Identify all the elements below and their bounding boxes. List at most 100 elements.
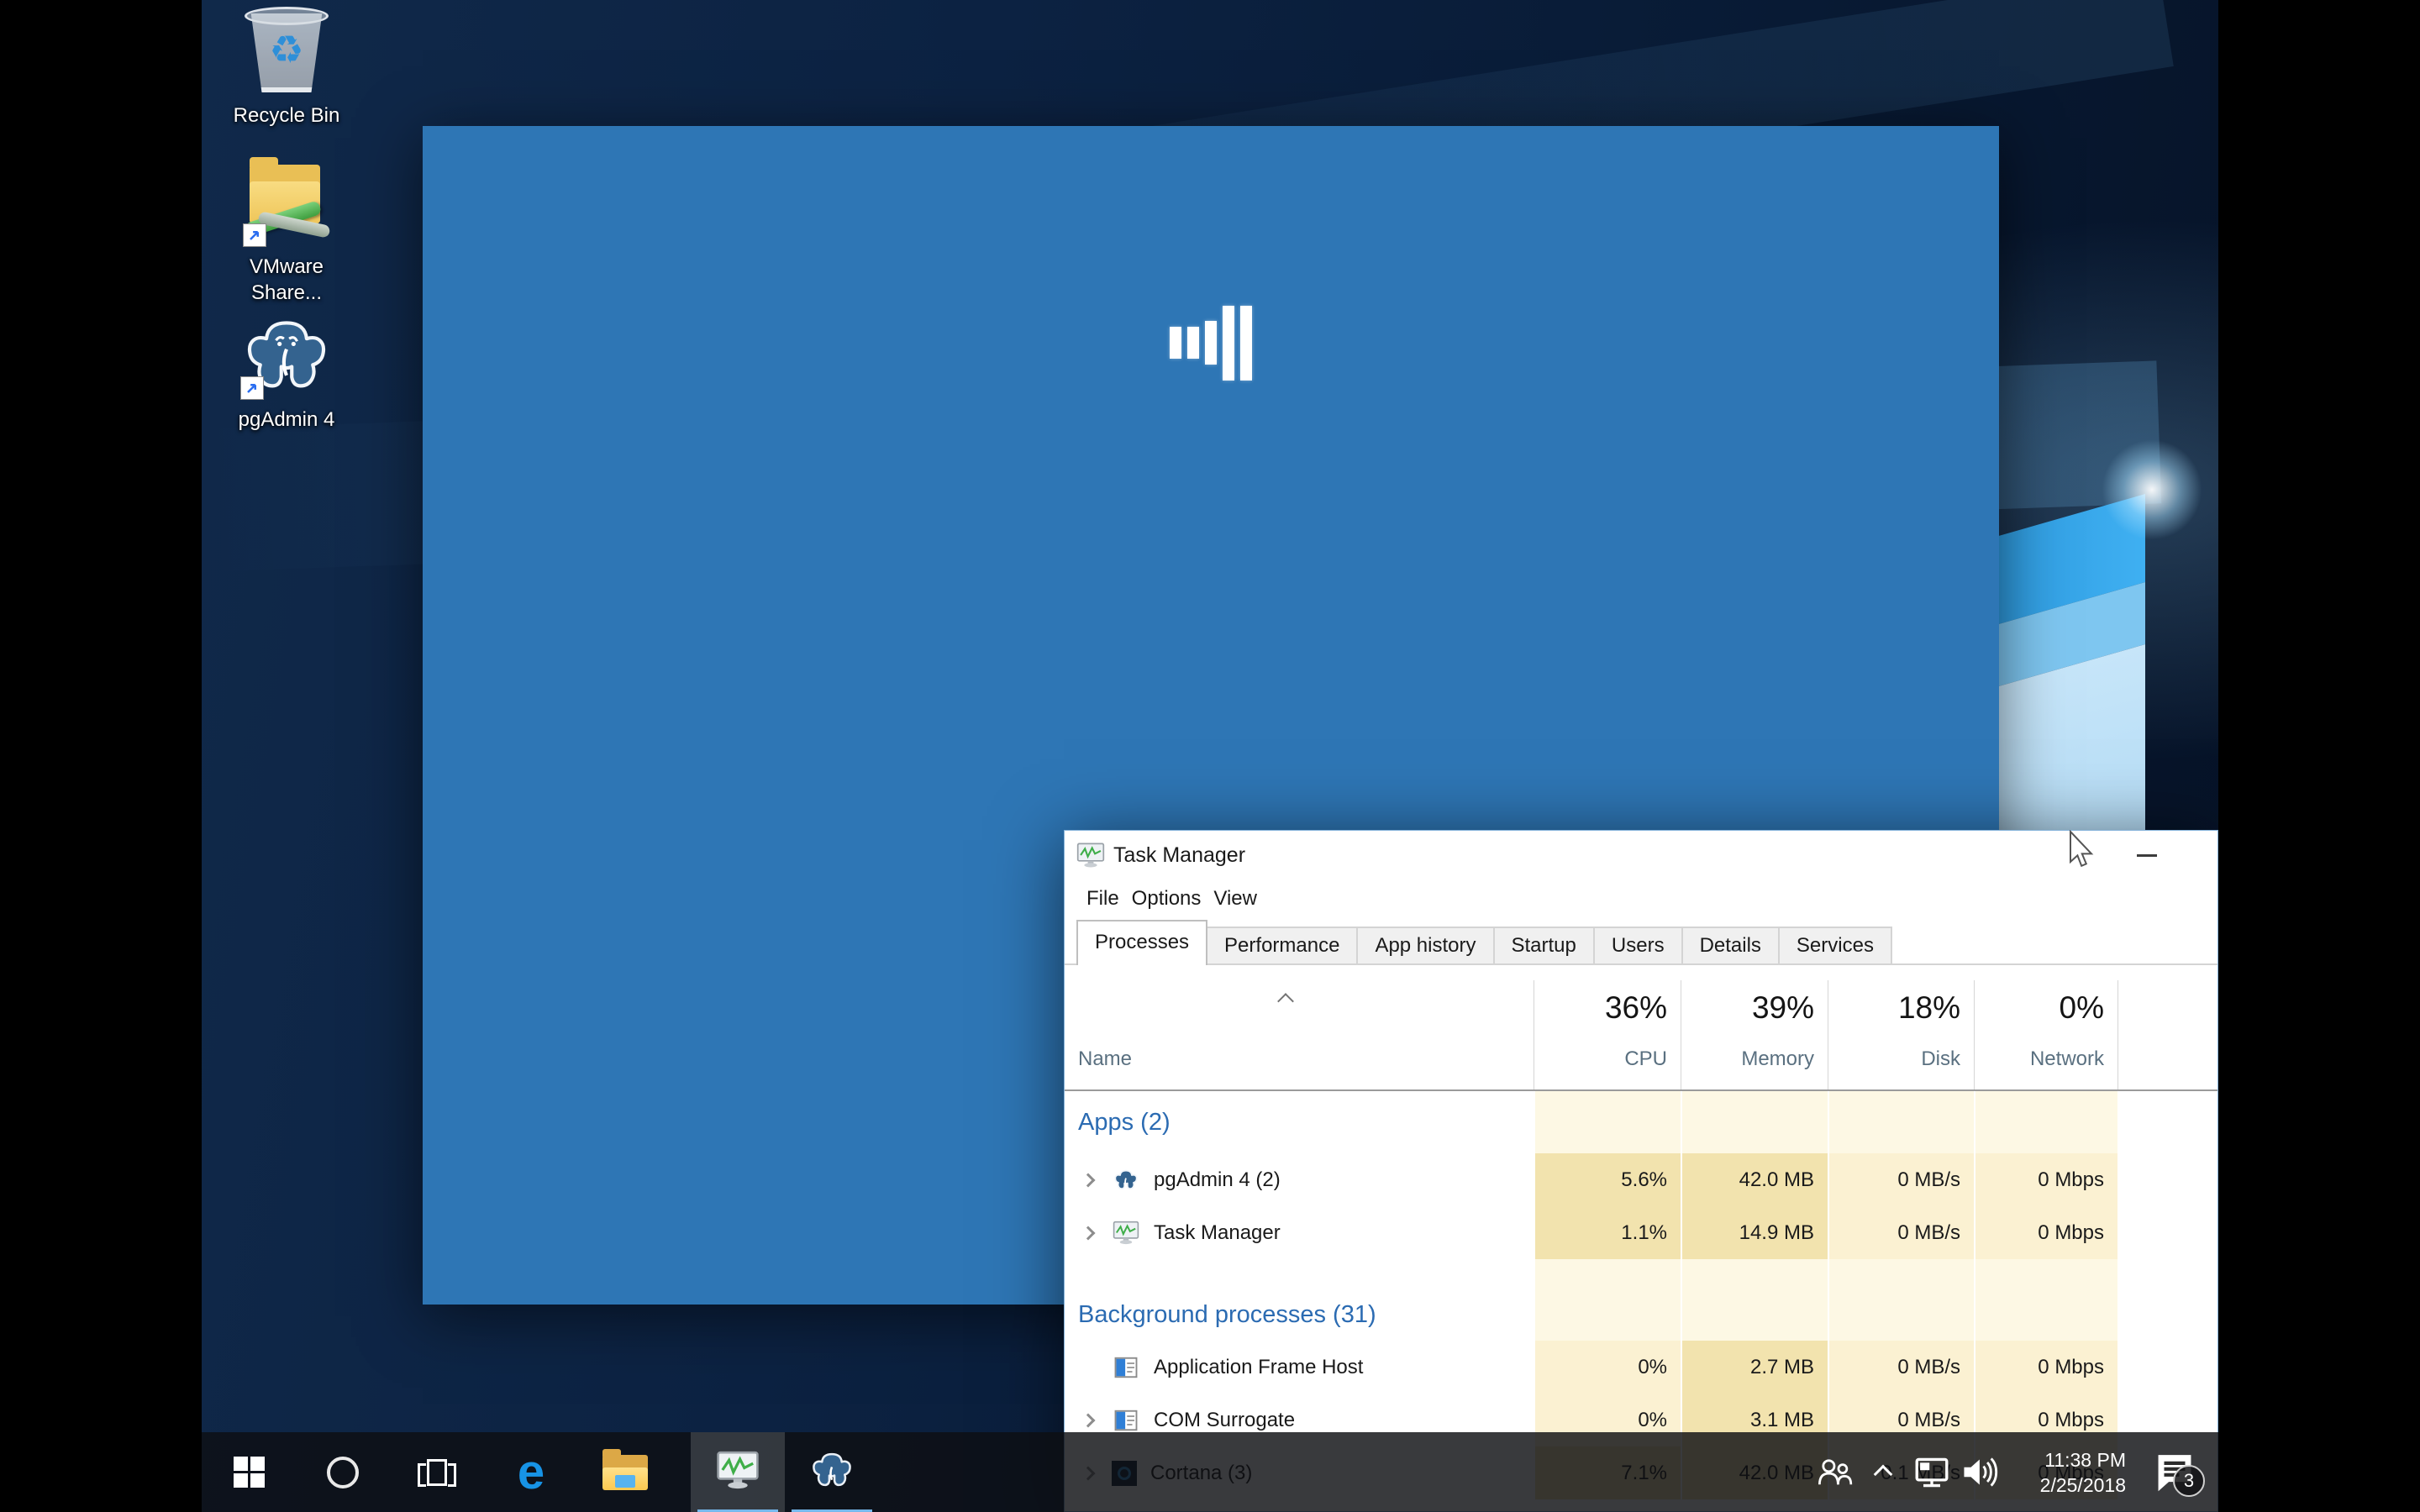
chevron-up-icon [1874,1465,1893,1484]
desktop-icon-recycle-bin[interactable]: ♻ Recycle Bin [215,5,358,129]
sort-ascending-icon [1277,993,1294,1010]
desktop-icon-label: Recycle Bin [234,102,340,129]
tab-performance[interactable]: Performance [1206,927,1358,963]
group-label: Background processes (31) [1078,1301,1376,1329]
task-manager-window: Task Manager File Options View Processes… [1064,830,2218,1512]
wallpaper-light-glow [2102,439,2202,540]
cortana-circle-icon [327,1457,359,1488]
window-title: Task Manager [1113,843,1245,868]
tab-startup[interactable]: Startup [1493,927,1595,963]
task-manager-app-icon [1076,842,1105,873]
minimize-icon [2137,854,2157,857]
tab-users[interactable]: Users [1593,927,1683,963]
desktop-icon-label: pgAdmin 4 [239,407,335,433]
shortcut-arrow-icon [240,376,264,400]
file-explorer-icon [602,1455,648,1490]
process-name: pgAdmin 4 (2) [1154,1168,1281,1192]
file-explorer-button[interactable] [578,1432,672,1512]
system-tray: 11:38 PM 2/25/2018 3 [1810,1432,2218,1512]
group-row-background-processes[interactable]: Background processes (31) [1065,1259,2217,1341]
taskbar: e [202,1432,2218,1512]
group-label: Apps (2) [1078,1109,1171,1137]
disk-value: 0 MB/s [1828,1153,1974,1206]
notification-count-badge: 3 [2173,1465,2205,1497]
edge-button[interactable]: e [484,1432,578,1512]
process-row-application-frame-host[interactable]: Application Frame Host 0% 2.7 MB 0 MB/s … [1065,1341,2217,1394]
tab-app-history[interactable]: App history [1356,927,1494,963]
cpu-value: 1.1% [1534,1206,1681,1259]
minimize-button[interactable] [2120,831,2174,879]
start-button[interactable] [202,1432,296,1512]
cortana-button[interactable] [296,1432,390,1512]
volume-tray-button[interactable] [1956,1432,2005,1512]
memory-value: 42.0 MB [1681,1153,1828,1206]
group-row-apps[interactable]: Apps (2) [1065,1091,2217,1153]
windows-desktop-screenshot: { "colors": { "splash_blue": "#2e76b5", … [0,0,2420,1512]
desktop-icon-vmware-share[interactable]: VMware Share... [215,160,358,306]
people-button[interactable] [1810,1432,1859,1512]
menu-options[interactable]: Options [1132,887,1202,911]
disk-total-percent: 18% [1828,990,1974,1029]
cpu-value: 0% [1534,1341,1681,1394]
tab-strip: Processes Performance App history Startu… [1065,916,2217,965]
action-center-button[interactable]: 3 [2131,1432,2218,1512]
desktop-icon-pgadmin4[interactable]: pgAdmin 4 [215,312,358,433]
network-value: 0 Mbps [1974,1206,2118,1259]
menu-bar: File Options View [1065,881,2217,916]
mouse-cursor [2069,830,2097,874]
network-value: 0 Mbps [1974,1153,2118,1206]
tab-processes[interactable]: Processes [1076,920,1207,965]
column-header-cpu[interactable]: CPU [1534,1047,1681,1074]
title-bar[interactable]: Task Manager [1065,831,2217,881]
memory-value: 2.7 MB [1681,1341,1828,1394]
column-header-memory[interactable]: Memory [1681,1047,1828,1074]
expand-chevron-icon[interactable] [1081,1173,1096,1187]
menu-file[interactable]: File [1086,887,1119,911]
disk-value: 0 MB/s [1828,1341,1974,1394]
task-manager-app-icon [1112,1219,1140,1247]
desktop: ♻ Recycle Bin VMware Share... [202,0,2218,1512]
expand-chevron-icon[interactable] [1081,1226,1096,1240]
process-name: COM Surrogate [1154,1409,1295,1432]
task-view-icon [417,1457,457,1488]
cpu-total-percent: 36% [1534,990,1681,1029]
vmware-shared-folder-icon [243,160,330,247]
cpu-value: 5.6% [1534,1153,1681,1206]
clock-time: 11:38 PM [2005,1447,2126,1473]
memory-value: 14.9 MB [1681,1206,1828,1259]
column-header-network[interactable]: Network [1974,1047,2118,1074]
recycle-bin-icon: ♻ [243,5,330,96]
task-manager-app-icon [716,1450,760,1494]
tab-details[interactable]: Details [1681,927,1780,963]
taskbar-pgadmin-button[interactable] [785,1432,879,1512]
column-header-name[interactable]: Name [1078,1047,1132,1071]
network-tray-button[interactable] [1907,1432,1956,1512]
task-view-button[interactable] [390,1432,484,1512]
process-name: Task Manager [1154,1221,1281,1245]
pgadmin-elephant-icon [1112,1166,1140,1194]
process-row-pgadmin[interactable]: pgAdmin 4 (2) 5.6% 42.0 MB 0 MB/s 0 Mbps [1065,1153,2217,1206]
windows-logo-icon [234,1457,265,1488]
disk-value: 0 MB/s [1828,1206,1974,1259]
signal-bars-icon [423,301,1999,385]
show-hidden-icons-button[interactable] [1859,1432,1907,1512]
taskbar-task-manager-button[interactable] [691,1432,785,1512]
process-row-task-manager[interactable]: Task Manager 1.1% 14.9 MB 0 MB/s 0 Mbps [1065,1206,2217,1259]
tab-services[interactable]: Services [1778,927,1892,963]
column-header-disk[interactable]: Disk [1828,1047,1974,1074]
app-window-icon [1112,1353,1140,1382]
clock-date: 2/25/2018 [2005,1473,2126,1498]
memory-total-percent: 39% [1681,990,1828,1029]
network-total-percent: 0% [1974,990,2118,1029]
pgadmin-elephant-icon [240,312,333,400]
expand-chevron-icon[interactable] [1081,1413,1096,1427]
recycle-symbol-icon: ♻ [243,27,330,72]
pgadmin-elephant-icon [809,1449,855,1496]
menu-view[interactable]: View [1213,887,1257,911]
edge-icon: e [518,1448,544,1497]
taskbar-clock[interactable]: 11:38 PM 2/25/2018 [2005,1432,2131,1512]
desktop-icon-label: VMware Share... [250,254,324,306]
network-value: 0 Mbps [1974,1341,2118,1394]
process-name: Application Frame Host [1154,1356,1363,1379]
shortcut-arrow-icon [243,223,266,247]
